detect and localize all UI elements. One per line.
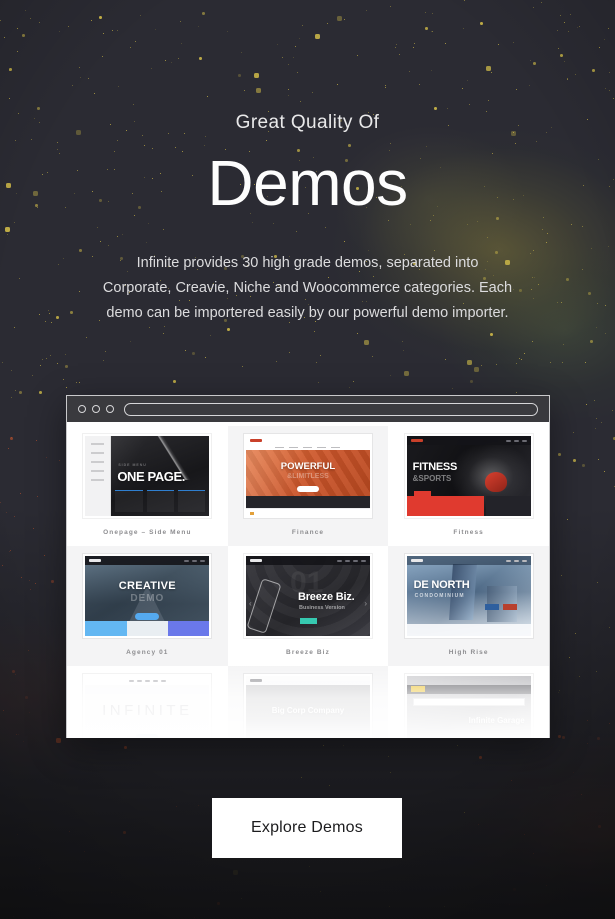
thumb-navbar xyxy=(245,436,370,445)
demo-card-breezebiz[interactable]: 01 ‹ › Breeze Biz. Business Version Bree… xyxy=(228,546,389,666)
demo-thumbnail[interactable]: INFINITE xyxy=(83,674,212,738)
demo-thumbnail[interactable]: DE NORTH CONDOMINIUM xyxy=(404,554,533,638)
thumb-title: POWERFUL xyxy=(280,461,336,472)
demo-card-bigcorp[interactable]: Big Corp Company xyxy=(227,666,389,738)
section-description: Infinite provides 30 high grade demos, s… xyxy=(102,255,513,322)
thumb-footer xyxy=(245,508,370,516)
zoom-dot-icon[interactable] xyxy=(106,405,114,413)
demo-caption: Fitness xyxy=(453,529,484,536)
thumb-title: CREATIVE xyxy=(118,580,176,592)
demo-caption: High Rise xyxy=(448,649,489,656)
demo-card-agency01[interactable]: CREATIVE DEMO Agency 01 xyxy=(67,546,228,666)
thumb-badge-primary xyxy=(484,604,499,610)
thumb-logo-icon xyxy=(410,439,423,442)
thumb-nav-links xyxy=(128,679,166,682)
thumb-kicker: &SPORTS xyxy=(412,474,452,483)
thumb-title: Infinite Garage xyxy=(468,716,525,725)
thumb-footer xyxy=(406,624,531,636)
thumb-dark-bar xyxy=(486,496,531,516)
thumb-kicker: SIDE MENU xyxy=(118,463,147,467)
thumb-feature-grid xyxy=(115,490,206,512)
demo-caption: Breeze Biz xyxy=(286,649,330,656)
demo-caption: Onepage – Side Menu xyxy=(103,529,192,536)
thumb-navbar xyxy=(85,676,210,685)
hero-text-block: Great Quality Of Demos Infinite provides… xyxy=(0,112,615,326)
demo-card-fitness[interactable]: FITNESS &SPORTS Fitness xyxy=(388,426,549,546)
thumb-title: ONE PAGE. xyxy=(117,469,185,484)
building-shape xyxy=(448,564,477,620)
window-controls[interactable] xyxy=(78,405,114,413)
demo-card-highrise[interactable]: DE NORTH CONDOMINIUM High Rise xyxy=(388,546,549,666)
demo-thumbnail[interactable]: CREATIVE DEMO xyxy=(83,554,212,638)
thumb-red-bar xyxy=(406,496,484,516)
prev-arrow-icon: ‹ xyxy=(248,599,252,608)
thumb-title: Breeze Biz. xyxy=(297,591,355,603)
demo-thumbnail[interactable]: 01 ‹ › Breeze Biz. Business Version xyxy=(243,554,372,638)
thumb-logo-icon xyxy=(249,439,262,442)
demo-thumbnail[interactable]: FITNESS &SPORTS xyxy=(404,434,533,518)
browser-viewport: SIDE MENU ONE PAGE. Onepage – Side Menu … xyxy=(66,422,550,738)
thumb-badge-secondary xyxy=(502,604,517,610)
next-arrow-icon: › xyxy=(364,599,367,608)
section-eyebrow: Great Quality Of xyxy=(235,112,380,133)
thumb-cta-button xyxy=(299,618,317,624)
demo-thumbnail[interactable]: POWERFUL &LIMITLESS xyxy=(243,434,372,518)
thumb-navbar xyxy=(85,556,210,565)
demos-section: Great Quality Of Demos Infinite provides… xyxy=(0,0,615,919)
thumb-navbar xyxy=(406,685,531,694)
page-title: Demos xyxy=(207,147,408,219)
explore-demos-button[interactable]: Explore Demos xyxy=(212,798,402,858)
thumb-kicker: &LIMITLESS xyxy=(287,473,329,480)
thumb-cta-button xyxy=(136,734,159,738)
demo-card-infinite[interactable]: INFINITE xyxy=(67,666,228,738)
demo-thumbnail[interactable]: Infinite Garage xyxy=(404,674,533,738)
thumb-footer-tiles xyxy=(85,621,210,636)
thumb-navbar xyxy=(406,556,531,565)
demo-caption: Agency 01 xyxy=(126,649,169,656)
demo-grid: SIDE MENU ONE PAGE. Onepage – Side Menu … xyxy=(67,422,549,738)
thumb-nav-links xyxy=(184,559,206,562)
browser-titlebar xyxy=(66,395,550,422)
demo-caption: Finance xyxy=(291,529,325,536)
browser-mockup: SIDE MENU ONE PAGE. Onepage – Side Menu … xyxy=(66,395,550,738)
thumb-kicker: DEMO xyxy=(130,593,165,604)
demo-card-garage[interactable]: Infinite Garage xyxy=(388,666,549,738)
thumb-logo-icon xyxy=(410,559,423,562)
boxing-glove-icon xyxy=(484,472,507,492)
thumb-cta-button xyxy=(296,486,319,492)
thumb-cta-button xyxy=(135,613,160,620)
thumb-navbar xyxy=(406,436,531,445)
thumb-kicker: CONDOMINIUM xyxy=(414,593,465,599)
demo-thumbnail[interactable]: Big Corp Company xyxy=(243,674,372,738)
thumb-nav-links xyxy=(505,559,527,562)
thumb-mountain-shape xyxy=(255,732,370,738)
demo-thumbnail[interactable]: SIDE MENU ONE PAGE. xyxy=(83,434,212,518)
starfield-particles xyxy=(0,0,1,1)
thumb-navbar xyxy=(245,556,370,565)
close-dot-icon[interactable] xyxy=(78,405,86,413)
thumb-title: FITNESS xyxy=(412,461,458,473)
minimize-dot-icon[interactable] xyxy=(92,405,100,413)
thumb-nav-links xyxy=(505,439,527,442)
thumb-title: DE NORTH xyxy=(413,579,470,591)
thumb-title: Big Corp Company xyxy=(271,706,345,715)
thumb-navbar xyxy=(245,676,370,685)
thumb-search-field xyxy=(412,698,525,706)
thumb-kicker: Business Version xyxy=(298,605,345,611)
address-bar[interactable] xyxy=(124,402,538,416)
thumb-logo-icon xyxy=(410,686,425,692)
thumb-title: INFINITE xyxy=(102,702,193,719)
thumb-logo-icon xyxy=(89,559,102,562)
thumb-dark-strip xyxy=(245,496,370,508)
thumb-logo-icon xyxy=(249,559,262,562)
demo-card-finance[interactable]: POWERFUL &LIMITLESS Finance xyxy=(227,426,389,546)
thumb-nav-links xyxy=(336,559,366,562)
thumb-logo-icon xyxy=(249,679,262,682)
demo-card-onepage[interactable]: SIDE MENU ONE PAGE. Onepage – Side Menu xyxy=(67,426,228,546)
thumb-sidebar xyxy=(85,436,112,516)
